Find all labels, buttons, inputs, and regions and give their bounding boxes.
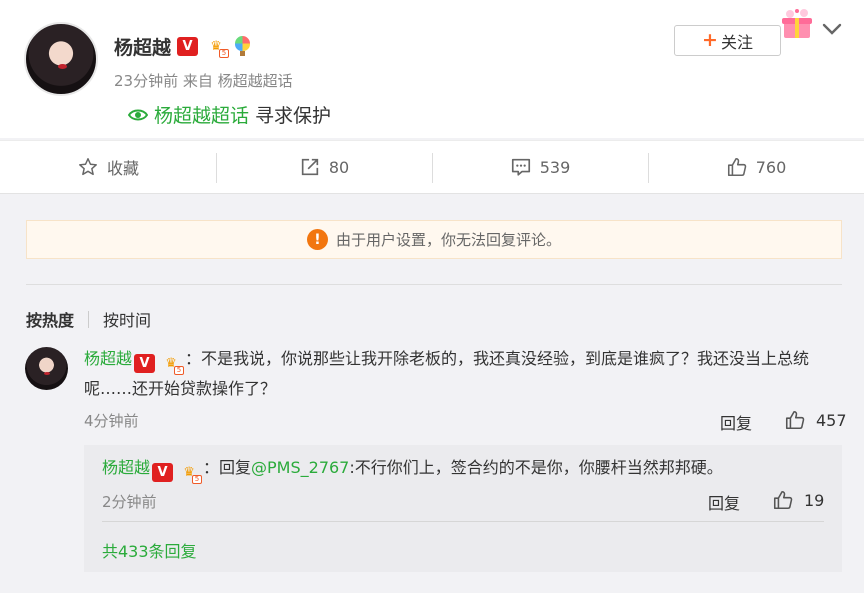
author-row: 杨超越 V ♛ 5 [114, 33, 251, 60]
like-count: 760 [755, 157, 787, 177]
sort-separator [88, 310, 90, 328]
favorite-label: 收藏 [106, 159, 139, 178]
reply-author[interactable]: 杨超越 [102, 458, 150, 477]
sort-tabs: 按热度 按时间 [26, 307, 151, 331]
reply-thread: 杨超越 V ♛ 5 ：回复@PMS_2767:不行你们上，签合约的不是你，你腰杆当然邦邦… [84, 445, 842, 572]
action-bar: 收藏 80 539 760 [0, 140, 864, 194]
comment-icon [511, 158, 530, 176]
thumbs-up-icon [727, 157, 746, 177]
reply-text: :不行你们上，签合约的不是你，你腰杆当然邦邦硬。 [349, 458, 723, 477]
post-meta: 23分钟前 来自 杨超越超话 [114, 70, 293, 91]
reply-body: 杨超越 V ♛ 5 ：回复@PMS_2767:不行你们上，签合约的不是你，你腰杆当然邦邦… [102, 455, 723, 484]
comment-body: 杨超越 V ♛ 5 ：不是我说，你说那些让我开除老板的，我还真没经验，到底是谁疯了？我还… [84, 344, 844, 404]
reply-like-count: 19 [804, 490, 825, 510]
member-crown-icon: ♛ 5 [204, 37, 230, 58]
repost-icon [301, 158, 318, 176]
warning-icon: ! [306, 229, 328, 250]
like-button[interactable]: 760 [648, 141, 864, 193]
favorite-button[interactable]: 收藏 [0, 141, 216, 193]
follow-button[interactable]: + 关注 [674, 25, 781, 56]
topic-text: 寻求保护 [255, 105, 332, 127]
author-name[interactable]: 杨超越 [114, 33, 171, 60]
comment-like-button[interactable]: 457 [784, 409, 847, 431]
member-crown-icon: ♛ 5 [177, 463, 203, 484]
sort-by-heat[interactable]: 按热度 [26, 307, 74, 331]
verified-icon: V [177, 37, 199, 56]
comment-button[interactable]: 539 [432, 141, 648, 193]
divider [26, 284, 842, 285]
divider [102, 521, 824, 522]
comment-reply-button[interactable]: 回复 [720, 410, 752, 434]
repost-count: 80 [328, 157, 350, 177]
commenter-badges: V ♛ 5 [134, 354, 185, 375]
reply-time: 2分钟前 [102, 493, 157, 511]
reply-disabled-notice: ! 由于用户设置，你无法回复评论。 [26, 220, 842, 259]
plus-icon: + [702, 29, 718, 51]
supertopic-icon [128, 109, 148, 120]
comment-like-count: 457 [816, 410, 847, 430]
reply-author-badges: V ♛ 5 [152, 463, 203, 484]
view-all-replies-link[interactable]: 共433条回复 [102, 538, 197, 562]
post-card: 杨超越 V ♛ 5 23分钟前 来自 杨超越超话 杨超越超话 寻求保护 + 关注 [0, 0, 864, 138]
follow-label: 关注 [720, 32, 753, 52]
reply-reply-button[interactable]: 回复 [708, 490, 740, 514]
post-time: 23分钟前 [114, 72, 179, 90]
topic-row: 杨超越超话 寻求保护 [128, 101, 331, 128]
commenter-name[interactable]: 杨超越 [84, 349, 132, 368]
thumbs-up-icon [773, 490, 793, 510]
notice-text: 由于用户设置，你无法回复评论。 [335, 231, 561, 249]
star-icon [79, 158, 97, 176]
source-prefix: 来自 [182, 72, 213, 90]
sort-by-time[interactable]: 按时间 [103, 307, 151, 331]
chevron-down-icon[interactable] [822, 22, 842, 36]
author-avatar[interactable] [24, 22, 98, 96]
member-crown-icon: ♛ 5 [159, 354, 185, 375]
balloon-icon [234, 36, 251, 57]
reply-mention[interactable]: @PMS_2767 [251, 458, 349, 477]
comment-text: ：不是我说，你说那些让我开除老板的，我还真没经验，到底是谁疯了？我还没当上总统呢… [84, 349, 810, 398]
comment-count: 539 [539, 157, 571, 177]
thumbs-up-icon [785, 410, 805, 430]
post-source[interactable]: 杨超越超话 [218, 72, 293, 90]
commenter-avatar[interactable] [25, 347, 68, 390]
reply-prefix: ：回复 [203, 458, 252, 477]
reply-like-button[interactable]: 19 [772, 489, 824, 511]
verified-icon: V [152, 463, 174, 482]
verified-icon: V [134, 354, 156, 373]
comment-time: 4分钟前 [84, 412, 139, 430]
topic-link[interactable]: 杨超越超话 [154, 101, 249, 128]
gift-decoration-icon [782, 9, 812, 38]
repost-button[interactable]: 80 [216, 141, 432, 193]
